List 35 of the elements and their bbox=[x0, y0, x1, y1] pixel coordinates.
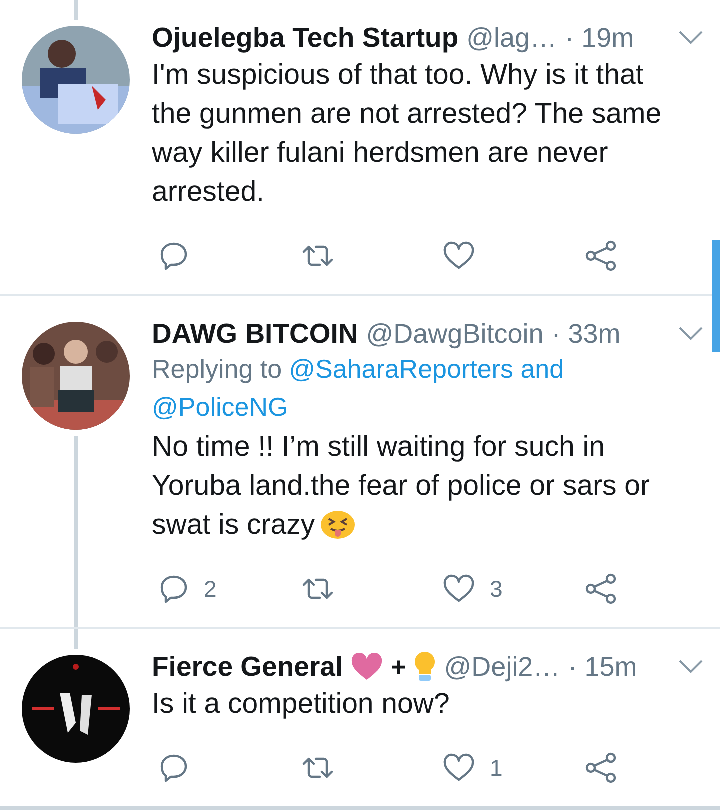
timestamp: · 19m bbox=[565, 22, 634, 54]
user-name: Fierce General bbox=[152, 651, 344, 683]
user-handle: @DawgBitcoin bbox=[366, 318, 544, 350]
action-count: 3 bbox=[490, 576, 503, 602]
mention-link[interactable]: @SaharaReporters and bbox=[289, 350, 564, 388]
reply-icon[interactable] bbox=[158, 752, 190, 784]
user-handle: @lag… bbox=[466, 22, 558, 54]
tweet-text: I'm suspicious of that too. Why is it that the gunmen are not arrested? The same way killer fulani herdsmen are never arrested. bbox=[152, 59, 662, 208]
user-name: Ojuelegba Tech Startup bbox=[152, 22, 459, 54]
chevron-down-icon[interactable] bbox=[678, 659, 704, 675]
scrollbar[interactable] bbox=[712, 240, 720, 352]
timestamp: · 15m bbox=[568, 652, 638, 682]
heart-icon[interactable] bbox=[442, 573, 476, 605]
tweet-text: Is it a competition now? bbox=[152, 688, 450, 720]
timestamp: · 33m bbox=[552, 318, 621, 350]
heart-icon[interactable] bbox=[442, 752, 476, 784]
share-icon[interactable] bbox=[584, 752, 618, 784]
user-handle: @Deji2… bbox=[444, 652, 560, 682]
share-icon[interactable] bbox=[584, 240, 618, 272]
reply-icon[interactable] bbox=[158, 573, 190, 605]
heart-icon[interactable] bbox=[442, 240, 476, 272]
share-icon[interactable] bbox=[584, 573, 618, 605]
tweet-text: No time !! I’m still waiting for such in Yoruba land.the fear of police or sars or swat is crazy bbox=[152, 431, 650, 541]
tongue-emoji-icon bbox=[321, 510, 356, 540]
heart-emoji-icon bbox=[351, 653, 384, 681]
action-count: 2 bbox=[204, 576, 217, 602]
lightbulb-icon bbox=[414, 651, 436, 683]
name-plus: + bbox=[391, 652, 406, 682]
replying-to-label: Replying to bbox=[152, 353, 282, 386]
action-count: 1 bbox=[490, 754, 503, 782]
chevron-down-icon[interactable] bbox=[678, 326, 704, 342]
reply-icon[interactable] bbox=[158, 240, 190, 272]
chevron-down-icon[interactable] bbox=[678, 30, 704, 46]
user-name: DAWG BITCOIN bbox=[152, 318, 358, 350]
mention-link[interactable]: @PoliceNG bbox=[152, 388, 288, 426]
